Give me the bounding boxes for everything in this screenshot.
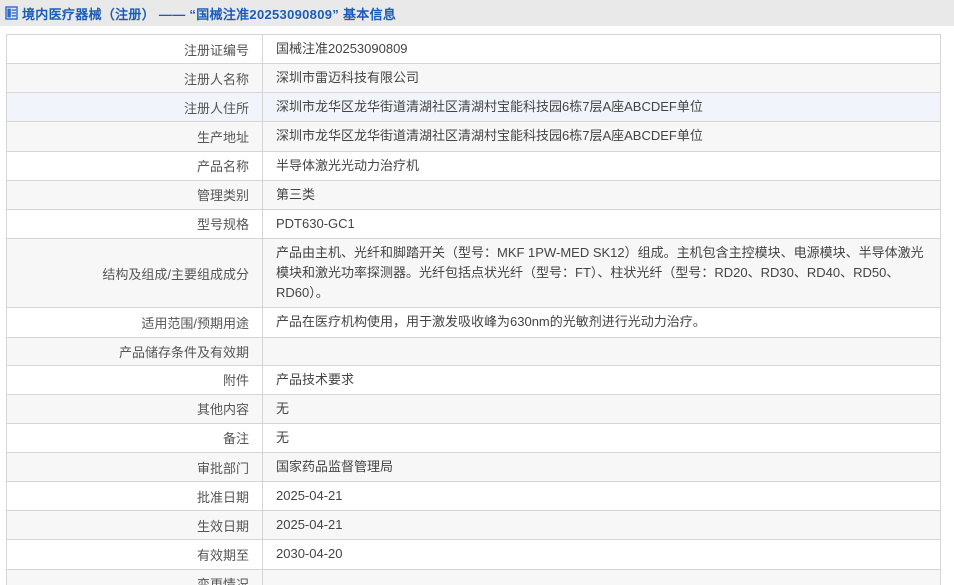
row-label: 有效期至: [6, 539, 263, 570]
row-label: 附件: [6, 364, 263, 395]
table-row: 备注 无: [6, 422, 941, 453]
row-label: 注册人名称: [6, 63, 263, 94]
row-value: 第三类: [262, 179, 941, 210]
row-label: 变更情况: [6, 568, 263, 585]
table-row: 管理类别 第三类: [6, 179, 941, 210]
row-value: 产品由主机、光纤和脚踏开关（型号：MKF 1PW-MED SK12）组成。主机包…: [262, 237, 941, 309]
table-row: 注册证编号 国械注准20253090809: [6, 33, 941, 65]
table-row: 变更情况: [6, 568, 941, 585]
row-label: 其他内容: [6, 393, 263, 424]
page-header: 境内医疗器械（注册） —— “国械注准20253090809” 基本信息: [0, 0, 954, 26]
row-label: 备注: [6, 422, 263, 453]
document-icon: [5, 6, 18, 20]
row-label: 管理类别: [6, 179, 263, 210]
page-title: 境内医疗器械（注册） —— “国械注准20253090809” 基本信息: [22, 6, 397, 22]
row-label: 结构及组成/主要组成成分: [6, 237, 263, 309]
row-label: 注册证编号: [6, 33, 263, 65]
table-row: 注册人住所 深圳市龙华区龙华街道清湖社区清湖村宝能科技园6栋7层A座ABCDEF…: [6, 92, 941, 123]
row-label: 产品储存条件及有效期: [6, 336, 263, 366]
registration-info-table: 注册证编号 国械注准20253090809 注册人名称 深圳市雷迈科技有限公司 …: [6, 33, 941, 585]
row-label: 产品名称: [6, 150, 263, 181]
row-value: 深圳市龙华区龙华街道清湖社区清湖村宝能科技园6栋7层A座ABCDEF单位: [262, 121, 941, 152]
table-row: 结构及组成/主要组成成分 产品由主机、光纤和脚踏开关（型号：MKF 1PW-ME…: [6, 237, 941, 309]
table-row: 适用范围/预期用途 产品在医疗机构使用，用于激发吸收峰为630nm的光敏剂进行光…: [6, 307, 941, 338]
row-value: 无: [262, 393, 941, 424]
row-value: 深圳市龙华区龙华街道清湖社区清湖村宝能科技园6栋7层A座ABCDEF单位: [262, 92, 941, 123]
table-row: 产品储存条件及有效期: [6, 336, 941, 366]
table-row: 注册人名称 深圳市雷迈科技有限公司: [6, 63, 941, 94]
row-value: 无: [262, 422, 941, 453]
row-label: 型号规格: [6, 208, 263, 239]
row-value: [262, 336, 941, 366]
row-label: 批准日期: [6, 481, 263, 512]
table-row: 生产地址 深圳市龙华区龙华街道清湖社区清湖村宝能科技园6栋7层A座ABCDEF单…: [6, 121, 941, 152]
row-value: PDT630-GC1: [262, 208, 941, 239]
row-value: 产品技术要求: [262, 364, 941, 395]
row-label: 生产地址: [6, 121, 263, 152]
content-card: 注册证编号 国械注准20253090809 注册人名称 深圳市雷迈科技有限公司 …: [0, 26, 954, 585]
row-value: 2025-04-21: [262, 481, 941, 512]
row-value: 国家药品监督管理局: [262, 451, 941, 483]
row-label: 适用范围/预期用途: [6, 307, 263, 338]
table-row: 生效日期 2025-04-21: [6, 510, 941, 541]
row-label: 生效日期: [6, 510, 263, 541]
table-row: 审批部门 国家药品监督管理局: [6, 451, 941, 483]
table-row: 产品名称 半导体激光光动力治疗机: [6, 150, 941, 181]
row-value: 国械注准20253090809: [262, 33, 941, 65]
row-label: 注册人住所: [6, 92, 263, 123]
table-row: 型号规格 PDT630-GC1: [6, 208, 941, 239]
row-value: 2030-04-20: [262, 539, 941, 570]
table-row: 其他内容 无: [6, 393, 941, 424]
table-row: 批准日期 2025-04-21: [6, 481, 941, 512]
row-value: 半导体激光光动力治疗机: [262, 150, 941, 181]
row-value: 产品在医疗机构使用，用于激发吸收峰为630nm的光敏剂进行光动力治疗。: [262, 307, 941, 338]
row-value: [262, 568, 941, 585]
row-value: 2025-04-21: [262, 510, 941, 541]
table-row: 附件 产品技术要求: [6, 364, 941, 395]
row-label: 审批部门: [6, 451, 263, 483]
table-row: 有效期至 2030-04-20: [6, 539, 941, 570]
row-value: 深圳市雷迈科技有限公司: [262, 63, 941, 94]
